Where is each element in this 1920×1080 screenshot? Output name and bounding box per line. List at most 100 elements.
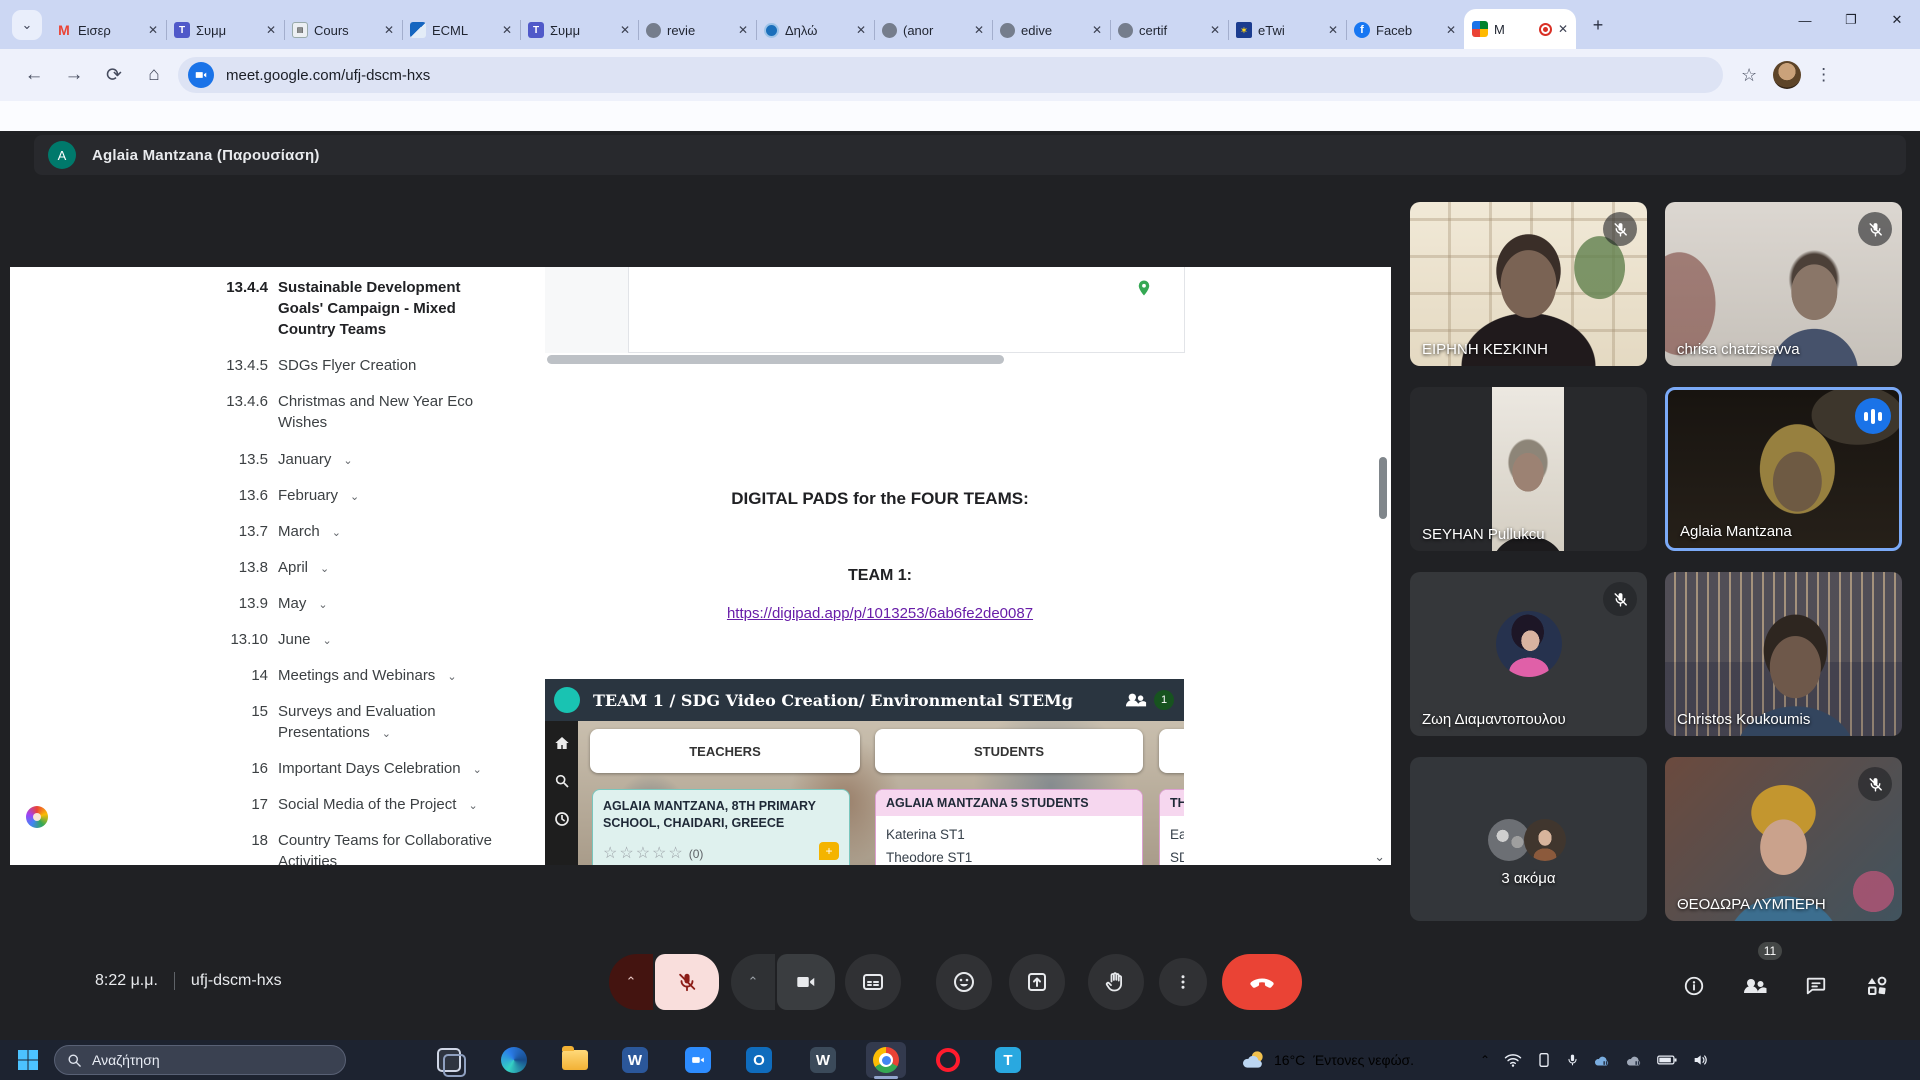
- bookmark-star-icon[interactable]: ☆: [1741, 65, 1757, 86]
- browser-tab[interactable]: M Εισερ ✕: [48, 11, 166, 49]
- toc-item[interactable]: 13.4.6 Christmas and New Year Eco Wishes: [160, 391, 500, 433]
- browser-tab[interactable]: revie ✕: [638, 11, 756, 49]
- task-view-icon[interactable]: [435, 1046, 463, 1074]
- browser-tab[interactable]: T Συμμ ✕: [520, 11, 638, 49]
- tab-close-icon[interactable]: ✕: [266, 23, 276, 37]
- present-button[interactable]: [1009, 954, 1065, 1010]
- comment-add-icon[interactable]: +: [819, 842, 839, 860]
- browser-tab[interactable]: certif ✕: [1110, 11, 1228, 49]
- toc-item[interactable]: 13.8 April⌄: [160, 557, 500, 580]
- mic-muted-button[interactable]: [655, 954, 719, 1010]
- tab-close-icon[interactable]: ✕: [738, 23, 748, 37]
- teacher-card[interactable]: AGLAIA MANTZANA, 8TH PRIMARY SCHOOL, CHA…: [592, 789, 850, 865]
- chevron-down-icon[interactable]: ⌄: [323, 631, 332, 652]
- browser-tab[interactable]: T Συμμ ✕: [166, 11, 284, 49]
- tab-close-icon[interactable]: ✕: [620, 23, 630, 37]
- file-explorer-icon[interactable]: [561, 1046, 589, 1074]
- browser-tab[interactable]: M ✕: [1464, 9, 1576, 49]
- activities-icon[interactable]: [1855, 966, 1899, 1006]
- digipad-link[interactable]: https://digipad.app/p/1013253/6ab6fe2de0…: [600, 605, 1160, 622]
- toc-item[interactable]: 13.6 February⌄: [160, 485, 500, 508]
- horizontal-scrollbar[interactable]: [547, 355, 1004, 364]
- tab-close-icon[interactable]: ✕: [1446, 23, 1456, 37]
- onedrive-paused-icon[interactable]: [1625, 1054, 1643, 1067]
- browser-menu-icon[interactable]: ⋮: [1815, 65, 1832, 85]
- tab-close-icon[interactable]: ✕: [1210, 23, 1220, 37]
- opera-icon[interactable]: [934, 1046, 962, 1074]
- weather-widget[interactable]: 16°C Έντονες νεφώσ.: [1240, 1040, 1414, 1080]
- hidden-icons-chevron[interactable]: ⌃: [1480, 1053, 1490, 1067]
- raise-hand-button[interactable]: [1088, 954, 1144, 1010]
- url-bar[interactable]: meet.google.com/ufj-dscm-hxs: [178, 57, 1723, 93]
- toc-item[interactable]: 14 Meetings and Webinars⌄: [160, 665, 500, 688]
- edge-icon[interactable]: [500, 1046, 528, 1074]
- participant-tile[interactable]: SEYHAN Pullukcu: [1410, 387, 1647, 551]
- captions-button[interactable]: [845, 954, 901, 1010]
- camera-sharing-icon[interactable]: [188, 62, 214, 88]
- onedrive-icon[interactable]: [1593, 1054, 1611, 1067]
- tab-close-icon[interactable]: ✕: [1558, 22, 1568, 36]
- search-icon[interactable]: [554, 773, 570, 789]
- column-header-students[interactable]: STUDENTS: [875, 729, 1143, 773]
- new-tab-button[interactable]: +: [1584, 11, 1612, 39]
- partial-card[interactable]: TH ST Ea SD: [1159, 789, 1184, 865]
- participant-tile[interactable]: chrisa chatzisavva: [1665, 202, 1902, 366]
- zoom-app-icon[interactable]: [684, 1046, 712, 1074]
- browser-tab[interactable]: (anor ✕: [874, 11, 992, 49]
- tab-close-icon[interactable]: ✕: [1328, 23, 1338, 37]
- forward-icon[interactable]: →: [54, 64, 94, 86]
- tab-close-icon[interactable]: ✕: [856, 23, 866, 37]
- home-icon[interactable]: [554, 735, 570, 751]
- browser-tab[interactable]: Δηλώ ✕: [756, 11, 874, 49]
- chevron-down-icon[interactable]: ⌄: [320, 559, 329, 580]
- students-card[interactable]: AGLAIA MANTZANA 5 STUDENTS Katerina ST1 …: [875, 789, 1143, 865]
- shared-document-window[interactable]: 13.4.4 Sustainable Development Goals' Ca…: [10, 267, 1391, 865]
- taskbar-search-input[interactable]: Αναζήτηση: [54, 1045, 346, 1075]
- chevron-down-icon[interactable]: ⌄: [382, 724, 391, 745]
- browser-tab[interactable]: ▤ Cours ✕: [284, 11, 402, 49]
- scroll-down-chevron-icon[interactable]: ⌄: [1374, 849, 1385, 865]
- reload-icon[interactable]: ⟳: [94, 64, 134, 87]
- battery-icon[interactable]: [1657, 1054, 1677, 1066]
- toc-item[interactable]: 13.4.4 Sustainable Development Goals' Ca…: [160, 277, 500, 340]
- toc-item[interactable]: 16 Important Days Celebration⌄: [160, 758, 500, 781]
- chrome-icon[interactable]: [872, 1046, 900, 1074]
- participant-tile[interactable]: ΕΙΡΗΝΗ ΚΕΣΚΙΝΗ: [1410, 202, 1647, 366]
- digipad-embed[interactable]: TEAM 1 / SDG Video Creation/ Environment…: [545, 679, 1184, 865]
- toc-item[interactable]: 13.9 May⌄: [160, 593, 500, 616]
- column-header-partial[interactable]: [1159, 729, 1184, 773]
- outlook-icon[interactable]: O: [745, 1046, 773, 1074]
- toc-item[interactable]: 13.5 January⌄: [160, 449, 500, 472]
- browser-profile-avatar[interactable]: [1773, 61, 1801, 89]
- tab-close-icon[interactable]: ✕: [1092, 23, 1102, 37]
- camera-options-chevron[interactable]: ⌃: [731, 954, 775, 1010]
- toc-item[interactable]: 13.4.5 SDGs Flyer Creation: [160, 355, 500, 376]
- overflow-tile[interactable]: 3 ακόμα: [1410, 757, 1647, 921]
- chevron-down-icon[interactable]: ⌄: [447, 667, 456, 688]
- browser-tab[interactable]: f Faceb ✕: [1346, 11, 1464, 49]
- chevron-down-icon[interactable]: ⌄: [343, 451, 352, 472]
- toc-item[interactable]: 18 Country Teams for Collaborative Activ…: [160, 830, 500, 865]
- participant-tile[interactable]: Aglaia Mantzana: [1665, 387, 1902, 551]
- participant-tile[interactable]: Christos Koukoumis: [1665, 572, 1902, 736]
- toc-item[interactable]: 15 Surveys and Evaluation Presentations⌄: [160, 701, 500, 745]
- browser-tab[interactable]: ECML ✕: [402, 11, 520, 49]
- reactions-button[interactable]: [936, 954, 992, 1010]
- participant-tile[interactable]: ΘΕΟΔΩΡΑ ΛΥΜΠΕΡΗ: [1665, 757, 1902, 921]
- end-call-button[interactable]: [1222, 954, 1302, 1010]
- people-panel-icon[interactable]: [1733, 966, 1777, 1006]
- t-app-icon[interactable]: T: [994, 1046, 1022, 1074]
- tab-close-icon[interactable]: ✕: [502, 23, 512, 37]
- meeting-details-icon[interactable]: [1672, 966, 1716, 1006]
- maximize-button[interactable]: ❐: [1828, 0, 1874, 40]
- toc-item[interactable]: 17 Social Media of the Project⌄: [160, 794, 500, 817]
- speaker-icon[interactable]: [1691, 1052, 1709, 1068]
- camera-button[interactable]: [777, 954, 835, 1010]
- tray-mic-icon[interactable]: [1566, 1052, 1579, 1068]
- tab-close-icon[interactable]: ✕: [148, 23, 158, 37]
- chevron-down-icon[interactable]: ⌄: [473, 760, 482, 781]
- tab-close-icon[interactable]: ✕: [384, 23, 394, 37]
- chevron-down-icon[interactable]: ⌄: [350, 487, 359, 508]
- wifi-icon[interactable]: [1504, 1053, 1522, 1067]
- mic-options-chevron[interactable]: ⌃: [609, 954, 653, 1010]
